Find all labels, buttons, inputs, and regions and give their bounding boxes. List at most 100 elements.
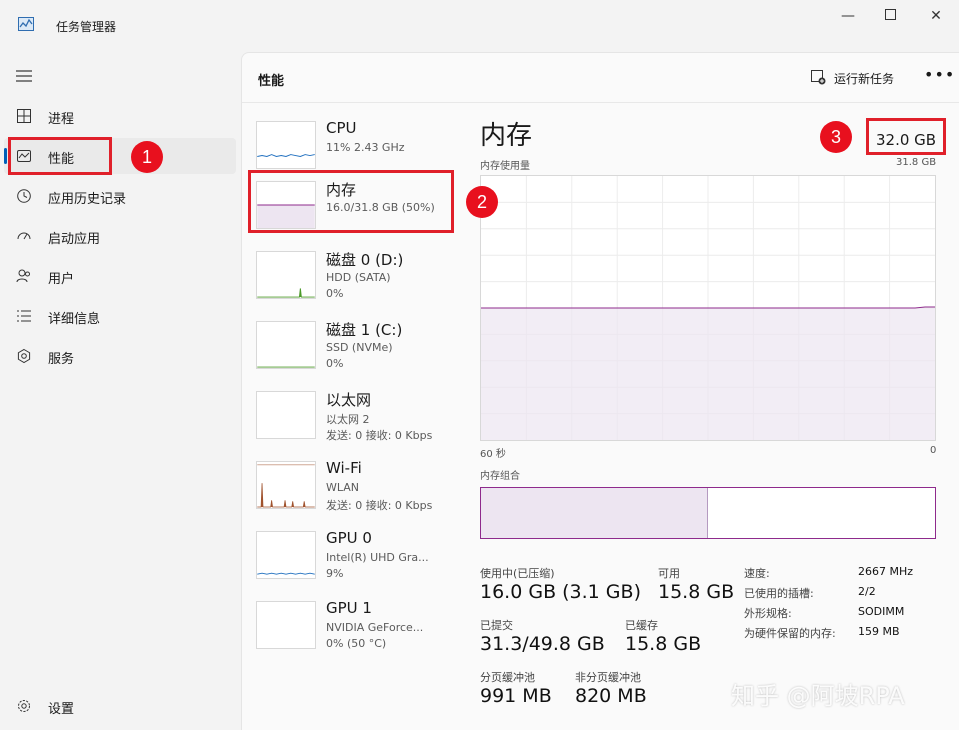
resource-name: CPU: [326, 119, 357, 137]
memory-usage-graph: [480, 175, 936, 441]
sidebar-item-details[interactable]: 详细信息: [4, 298, 236, 334]
memory-composition-bar: [480, 487, 936, 539]
minimize-icon: —: [841, 8, 855, 24]
hardware-reserved-value: 159 MB: [858, 625, 900, 638]
page-title: 性能: [258, 74, 285, 89]
wifi-thumbnail: [256, 461, 316, 509]
startup-gauge-icon: [17, 232, 31, 240]
nonpaged-pool-value: 820 MB: [575, 685, 647, 707]
resource-detail: NVIDIA GeForce...: [326, 621, 424, 634]
resource-detail-2: 0% (50 °C): [326, 637, 387, 650]
gpu-thumbnail: [256, 531, 316, 579]
annotation-badge-3: 3: [820, 121, 852, 153]
processes-icon: [17, 109, 31, 123]
selection-indicator: [4, 148, 7, 164]
slots-value: 2/2: [858, 585, 876, 598]
form-factor-value: SODIMM: [858, 605, 905, 618]
annotation-badge-2: 2: [466, 186, 498, 218]
form-factor-label: 外形规格:: [744, 607, 792, 620]
in-use-value: 16.0 GB (3.1 GB): [480, 581, 641, 603]
resource-detail-2: 9%: [326, 567, 344, 580]
more-options-icon[interactable]: •••: [924, 65, 955, 84]
memory-composition-label: 内存组合: [480, 471, 520, 482]
disk-thumbnail: [256, 321, 316, 369]
sidebar-item-label: 设置: [48, 702, 75, 717]
cpu-thumbnail: [256, 121, 316, 169]
resource-item-gpu1[interactable]: GPU 1 NVIDIA GeForce... 0% (50 °C): [250, 597, 454, 661]
run-task-label: 运行新任务: [834, 72, 895, 86]
sidebar-item-users[interactable]: 用户: [4, 258, 236, 294]
resource-detail-2: 发送: 0 接收: 0 Kbps: [326, 499, 433, 512]
maximize-icon: [884, 9, 896, 20]
highlight-performance: [8, 137, 112, 175]
committed-label: 已提交: [480, 619, 513, 632]
resource-detail: Intel(R) UHD Gra...: [326, 551, 429, 564]
run-task-icon: [811, 70, 826, 85]
sidebar-item-settings[interactable]: 设置: [4, 688, 236, 724]
resource-item-gpu0[interactable]: GPU 0 Intel(R) UHD Gra... 9%: [250, 527, 454, 591]
in-use-label: 使用中(已压缩): [480, 567, 555, 580]
committed-value: 31.3/49.8 GB: [480, 633, 605, 655]
sidebar-item-processes[interactable]: 进程: [4, 98, 236, 134]
main-panel: 性能 运行新任务 ••• CPU 11% 2.43 GHz 内存 16.0/31…: [241, 52, 959, 730]
resource-detail-2: 0%: [326, 287, 344, 300]
cached-label: 已缓存: [625, 619, 658, 632]
graph-time-end: 0: [930, 445, 937, 456]
resource-item-wifi[interactable]: Wi-Fi WLAN 发送: 0 接收: 0 Kbps: [250, 457, 454, 521]
services-gear-icon: [17, 348, 31, 364]
memory-usage-area: [481, 308, 935, 440]
minimize-button[interactable]: —: [838, 6, 858, 26]
sidebar-item-startup-apps[interactable]: 启动应用: [4, 218, 236, 254]
memory-usage-label: 内存使用量: [480, 161, 530, 172]
memory-heading: 内存: [480, 121, 533, 151]
slots-label: 已使用的插槽:: [744, 587, 814, 600]
close-icon: ✕: [930, 8, 942, 24]
resource-detail: 11% 2.43 GHz: [326, 141, 405, 154]
main-header: 性能 运行新任务 •••: [242, 53, 959, 103]
speed-label: 速度:: [744, 567, 770, 580]
resource-item-ethernet[interactable]: 以太网 以太网 2 发送: 0 接收: 0 Kbps: [250, 387, 454, 451]
graph-time-start: 60 秒: [480, 449, 506, 460]
resource-name: 磁盘 1 (C:): [326, 321, 403, 339]
resource-detail: 以太网 2: [326, 413, 370, 426]
resource-name: GPU 0: [326, 529, 372, 547]
close-button[interactable]: ✕: [926, 6, 946, 26]
available-label: 可用: [658, 567, 680, 580]
highlight-memory-total: [866, 118, 946, 155]
memory-max-label: 31.8 GB: [896, 157, 937, 168]
annotation-badge-1: 1: [131, 141, 163, 173]
resource-detail-2: 0%: [326, 357, 344, 370]
resource-name: Wi-Fi: [326, 459, 362, 477]
speed-value: 2667 MHz: [858, 565, 914, 578]
sidebar-item-label: 应用历史记录: [48, 192, 127, 207]
resource-detail: HDD (SATA): [326, 271, 391, 284]
hamburger-menu-icon[interactable]: [16, 70, 32, 82]
resource-detail: SSD (NVMe): [326, 341, 393, 354]
sidebar-item-label: 进程: [48, 112, 75, 127]
sidebar-item-label: 启动应用: [48, 232, 101, 247]
available-value: 15.8 GB: [658, 581, 735, 603]
resource-item-disk0[interactable]: 磁盘 0 (D:) HDD (SATA) 0%: [250, 247, 454, 311]
paged-pool-label: 分页缓冲池: [480, 671, 535, 684]
resource-detail-2: 发送: 0 接收: 0 Kbps: [326, 429, 433, 442]
details-list-icon: [17, 310, 31, 322]
resource-name: 磁盘 0 (D:): [326, 251, 404, 269]
sidebar-item-services[interactable]: 服务: [4, 338, 236, 374]
watermark-text: 知乎 @阿坡RPA: [731, 682, 905, 710]
cached-value: 15.8 GB: [625, 633, 702, 655]
window-title: 任务管理器: [56, 20, 117, 34]
resource-detail: WLAN: [326, 481, 360, 494]
history-icon: [17, 189, 31, 203]
highlight-memory-item: [248, 170, 454, 233]
task-manager-app-icon: [18, 17, 34, 31]
maximize-button[interactable]: [880, 6, 900, 26]
nonpaged-pool-label: 非分页缓冲池: [575, 671, 641, 684]
sidebar-item-label: 详细信息: [48, 312, 101, 327]
resource-name: GPU 1: [326, 599, 372, 617]
sidebar-item-app-history[interactable]: 应用历史记录: [4, 178, 236, 214]
sidebar-item-label: 用户: [48, 272, 75, 287]
resource-item-disk1[interactable]: 磁盘 1 (C:) SSD (NVMe) 0%: [250, 317, 454, 381]
resource-name: 以太网: [326, 391, 372, 409]
hardware-reserved-label: 为硬件保留的内存:: [744, 627, 836, 640]
gpu-thumbnail: [256, 601, 316, 649]
